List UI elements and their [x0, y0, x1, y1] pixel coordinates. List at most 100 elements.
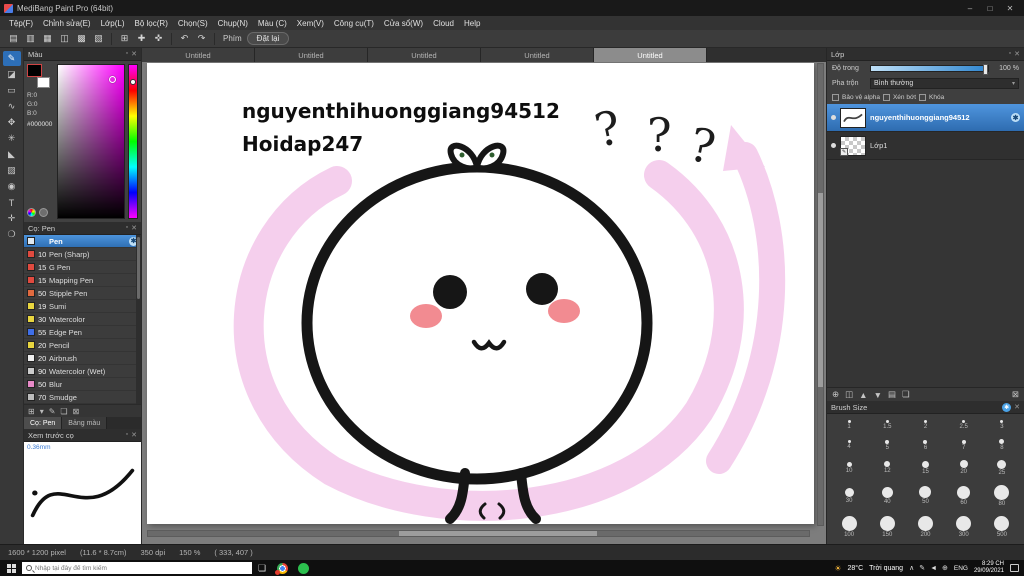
- menu-item[interactable]: Chỉnh sửa(E): [38, 19, 96, 28]
- redo-icon[interactable]: ↷: [194, 32, 209, 46]
- search-input[interactable]: [35, 564, 248, 572]
- new-file-icon[interactable]: ▤: [6, 32, 21, 46]
- brush-size-cell[interactable]: 5: [868, 435, 906, 456]
- green-app-icon[interactable]: [298, 562, 309, 574]
- menu-item[interactable]: Cloud: [428, 19, 459, 28]
- snap-radial-icon[interactable]: ✜: [151, 32, 166, 46]
- brush-size-cell[interactable]: 8: [983, 435, 1021, 456]
- brush-size-cell[interactable]: 7: [945, 435, 983, 456]
- menu-item[interactable]: Màu (C): [253, 19, 292, 28]
- blend-mode-select[interactable]: Bình thường ▾: [870, 78, 1019, 89]
- lock-checkbox[interactable]: [919, 94, 927, 101]
- brush-item[interactable]: 19 Sumi: [24, 300, 141, 313]
- brush-item[interactable]: 50 Blur: [24, 378, 141, 391]
- chrome-icon[interactable]: [275, 562, 288, 575]
- menu-item[interactable]: Công cụ(T): [329, 19, 379, 28]
- layer-visibility-dot[interactable]: [831, 115, 836, 120]
- hscroll-thumb[interactable]: [399, 531, 598, 536]
- panel-minimize-icon[interactable]: ▫: [1009, 50, 1011, 58]
- snap-cross-icon[interactable]: ✚: [134, 32, 149, 46]
- opacity-slider[interactable]: [870, 64, 989, 75]
- layer-row[interactable]: nguyenthihuonggiang94512 ✱: [827, 104, 1024, 132]
- snap-grid-icon[interactable]: ⊞: [117, 32, 132, 46]
- saturation-value-picker[interactable]: [57, 64, 125, 219]
- menu-item[interactable]: Cửa sổ(W): [379, 19, 428, 28]
- speaker-icon[interactable]: ◄: [930, 565, 937, 572]
- tablet-pen-icon[interactable]: ✎: [919, 564, 925, 572]
- scroll-thumb[interactable]: [137, 237, 140, 299]
- brush-item[interactable]: 70 Smudge: [24, 391, 141, 404]
- add-brush-icon[interactable]: ⊞: [28, 407, 35, 416]
- brush-size-cell[interactable]: 12: [868, 456, 906, 481]
- start-button[interactable]: [0, 560, 22, 576]
- brush-size-cell[interactable]: 40: [868, 480, 906, 511]
- hand-tool-icon[interactable]: ❍: [3, 227, 21, 242]
- panel-minimize-icon[interactable]: ▫: [126, 50, 128, 58]
- document-tab[interactable]: Untitled: [142, 48, 255, 62]
- brush-item[interactable]: 10 Pen (Sharp): [24, 248, 141, 261]
- brush-size-cell[interactable]: 2: [906, 416, 944, 435]
- gear-icon[interactable]: ✱: [1002, 402, 1012, 412]
- tab-palette[interactable]: Bảng màu: [62, 417, 108, 429]
- color-mode-toggle-icon[interactable]: [39, 208, 48, 217]
- brush-size-cell[interactable]: 1: [830, 416, 868, 435]
- brush-size-cell[interactable]: 500: [983, 511, 1021, 542]
- brush-item[interactable]: 15 G Pen: [24, 261, 141, 274]
- brush-item[interactable]: 55 Edge Pen: [24, 326, 141, 339]
- brush-size-cell[interactable]: 25: [983, 456, 1021, 481]
- brush-size-cell[interactable]: 200: [906, 511, 944, 542]
- merge-layer-icon[interactable]: ▤: [888, 389, 896, 400]
- brush-item[interactable]: 30 Watercolor: [24, 313, 141, 326]
- vscroll-thumb[interactable]: [818, 193, 823, 387]
- lasso-tool-icon[interactable]: ∿: [3, 99, 21, 114]
- brush-folder-icon[interactable]: ❏: [60, 407, 67, 416]
- brush-item[interactable]: 20 Airbrush: [24, 352, 141, 365]
- document-tab[interactable]: Untitled: [255, 48, 368, 62]
- magic-wand-tool-icon[interactable]: ✳: [3, 131, 21, 146]
- brush-size-cell[interactable]: 10: [830, 456, 868, 481]
- brush-size-cell[interactable]: 80: [983, 480, 1021, 511]
- task-view-icon[interactable]: ❏: [252, 563, 272, 574]
- layer-row[interactable]: ✎ Lớp1: [827, 132, 1024, 160]
- background-color-swatch[interactable]: [37, 77, 50, 88]
- clock[interactable]: 8:29 CH 29/09/2021: [974, 561, 1004, 575]
- document-tab[interactable]: Untitled: [481, 48, 594, 62]
- fg-bg-swatches[interactable]: [27, 64, 52, 88]
- add-layer-icon[interactable]: ⊕: [832, 389, 839, 400]
- tab-brush[interactable]: Cọ: Pen: [24, 417, 63, 429]
- brush-item[interactable]: 90 Watercolor (Wet): [24, 365, 141, 378]
- guide-icon[interactable]: ▧: [91, 32, 106, 46]
- maximize-button[interactable]: □: [980, 4, 1000, 13]
- canvas-vscrollbar[interactable]: [817, 63, 824, 526]
- brush-size-cell[interactable]: 1.5: [868, 416, 906, 435]
- menu-item[interactable]: Xem(V): [292, 19, 329, 28]
- brush-size-cell[interactable]: 300: [945, 511, 983, 542]
- panel-close-icon[interactable]: ✕: [131, 224, 137, 232]
- close-button[interactable]: ✕: [1000, 4, 1020, 13]
- taskbar-search[interactable]: [22, 562, 252, 574]
- layer-settings-gear-icon[interactable]: ✱: [1011, 113, 1020, 122]
- drawing-canvas[interactable]: ? ? ? nguyenthihuonggiang94512 Hoidap247: [147, 63, 814, 524]
- menu-item[interactable]: Chọn(S): [173, 19, 213, 28]
- network-icon[interactable]: ⊕: [942, 564, 948, 572]
- document-tab[interactable]: Untitled: [594, 48, 707, 62]
- panel-close-icon[interactable]: ✕: [131, 431, 137, 439]
- alpha-protect-checkbox[interactable]: [832, 94, 839, 101]
- layer-down-icon[interactable]: ▼: [874, 390, 882, 400]
- select-tool-icon[interactable]: ▭: [3, 83, 21, 98]
- brush-size-cell[interactable]: 6: [906, 435, 944, 456]
- grid-icon[interactable]: ▩: [74, 32, 89, 46]
- brush-item[interactable]: 15 Mapping Pen: [24, 274, 141, 287]
- layer-folder-icon[interactable]: ❏: [902, 389, 910, 400]
- brush-size-cell[interactable]: 150: [868, 511, 906, 542]
- duplicate-layer-icon[interactable]: ◫: [845, 389, 853, 400]
- save-file-icon[interactable]: ▦: [40, 32, 55, 46]
- canvas-area[interactable]: ? ? ? nguyenthihuonggiang94512 Hoidap247: [142, 62, 826, 544]
- panel-close-icon[interactable]: ✕: [131, 50, 137, 58]
- action-center-icon[interactable]: [1010, 564, 1019, 572]
- brush-list-scrollbar[interactable]: [136, 235, 141, 404]
- brush-menu-icon[interactable]: ▾: [40, 407, 44, 416]
- shape-tool-icon[interactable]: ✛: [3, 211, 21, 226]
- menu-item[interactable]: Tệp(F): [4, 19, 38, 28]
- weather-temp[interactable]: 28°C: [848, 565, 864, 572]
